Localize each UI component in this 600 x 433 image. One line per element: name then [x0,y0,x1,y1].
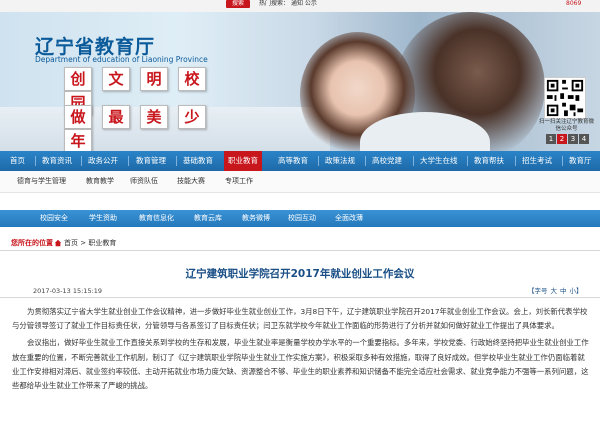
banner-page-button[interactable]: 1 [546,134,556,144]
article-paragraph: 会议指出，做好毕业生就业工作直接关系到学校的生存和发展，毕业生就业率是衡量学校办… [12,338,589,391]
sub-nav: 德育与学生管理 教育教学 师资队伍 技能大赛 专项工作 [0,171,600,193]
nav-vocational-education[interactable]: 职业教育 [224,151,262,171]
breadcrumb-path: 首页 > 职业教育 [64,239,117,247]
article-date: 2017-03-13 15:15:19 [33,287,103,295]
slogan-char: 创 [64,67,92,91]
hot-search-link[interactable]: 公示 [305,0,317,7]
quick-link-weibo[interactable]: 教务微博 [242,210,270,227]
slogan-char: 做 [64,105,92,129]
banner-page-button[interactable]: 4 [579,134,589,144]
nav-separator [128,156,129,166]
breadcrumb-label: 您所在的位置 [11,239,53,247]
nav-separator [467,156,468,166]
hot-search-link[interactable]: 通知 [291,0,303,7]
breadcrumb-home-link[interactable]: 首页 [64,239,78,247]
subnav-teaching[interactable]: 教育教学 [86,171,114,192]
quick-links-bar: 校园安全 学生资助 教育信息化 教育云库 教务微博 校园互动 全面改薄 [0,210,600,227]
subnav-moral-education[interactable]: 德育与学生管理 [17,171,66,192]
nav-policies[interactable]: 政策法规 [325,151,355,171]
slogan-row-1: 创文明校园 [64,67,249,115]
visit-counter: 8069 [566,0,582,7]
site-logo-subtitle: Department of education of Liaoning Prov… [35,55,208,64]
slogan-row-2: 做最美少年 [64,105,249,151]
banner-pager: 1234 [546,134,590,146]
article-title: 辽宁建筑职业学院召开2017年就业创业工作会议 [185,268,415,280]
nav-government-affairs[interactable]: 政务公开 [88,151,118,171]
hot-search-label: 热门搜索： [259,0,290,7]
slogan-char: 文 [102,67,130,91]
nav-separator [515,156,516,166]
nav-party-building[interactable]: 高校党建 [372,151,402,171]
quick-link-campus-safety[interactable]: 校园安全 [40,210,68,227]
quick-link-student-aid[interactable]: 学生资助 [89,210,117,227]
nav-education-management[interactable]: 教育管理 [136,151,166,171]
main-nav: 首页 教育资讯 政务公开 教育管理 基础教育 职业教育 高等教育 政策法规 高校… [0,151,600,171]
breadcrumb: 您所在的位置 首页 > 职业教育 [0,236,600,251]
hot-search: 热门搜索： 通知 公示 [259,0,317,8]
quick-link-campus-interaction[interactable]: 校园互动 [288,210,316,227]
home-icon [54,239,62,247]
nav-department[interactable]: 教育厅 [569,151,592,171]
banner-page-button[interactable]: 2 [557,134,567,144]
nav-education-assistance[interactable]: 教育帮扶 [474,151,504,171]
nav-separator [35,156,36,166]
subnav-teachers[interactable]: 师资队伍 [130,171,158,192]
slogan-char: 明 [140,67,168,91]
subnav-skills-contest[interactable]: 技能大赛 [177,171,205,192]
slogan-char: 校 [178,67,206,91]
article-body: 为贯彻落实辽宁省大学生就业创业工作会议精神，进一步做好毕业生就业创业工作，3月8… [12,305,590,396]
font-size-medium[interactable]: 中 [560,287,567,295]
nav-separator [413,156,414,166]
nav-separator [81,156,82,166]
nav-separator [365,156,366,166]
nav-separator [176,156,177,166]
banner-page-button[interactable]: 3 [568,134,578,144]
subnav-special-work[interactable]: 专项工作 [225,171,253,192]
quick-link-informatization[interactable]: 教育信息化 [139,210,174,227]
nav-home[interactable]: 首页 [10,151,25,171]
article-paragraph: 为贯彻落实辽宁省大学生就业创业工作会议精神，进一步做好毕业生就业创业工作，3月8… [12,307,588,331]
font-size-control: 【字号大中小】 [528,285,583,297]
header-banner: 辽宁省教育厅 Department of education of Liaoni… [0,12,600,151]
article-meta: 2017-03-13 15:15:19 【字号大中小】 [0,285,600,298]
search-button[interactable]: 搜索 [226,0,250,8]
slogan-char: 美 [140,105,168,129]
qr-caption: 扫一扫关注辽宁教育微信公众号 [539,119,595,132]
nav-separator [562,156,563,166]
nav-basic-education[interactable]: 基础教育 [183,151,213,171]
font-size-label: 【字号 [528,287,548,295]
quick-link-school-improvement[interactable]: 全面改薄 [335,210,363,227]
wechat-qr-code-icon [544,77,586,119]
slogan-char: 年 [64,129,92,151]
nav-education-news[interactable]: 教育资讯 [42,151,72,171]
nav-separator [318,156,319,166]
nav-admission-exams[interactable]: 招生考试 [522,151,552,171]
quick-link-cloud-library[interactable]: 教育云库 [194,210,222,227]
nav-higher-education[interactable]: 高等教育 [278,151,308,171]
slogan-char: 少 [178,105,206,129]
nav-student-online[interactable]: 大学生在线 [420,151,458,171]
breadcrumb-current[interactable]: 职业教育 [88,239,116,247]
font-size-small[interactable]: 小】 [570,287,583,295]
top-search-bar: 搜索 热门搜索： 通知 公示 8069 [0,0,600,12]
font-size-large[interactable]: 大 [551,287,558,295]
slogan-char: 最 [102,105,130,129]
